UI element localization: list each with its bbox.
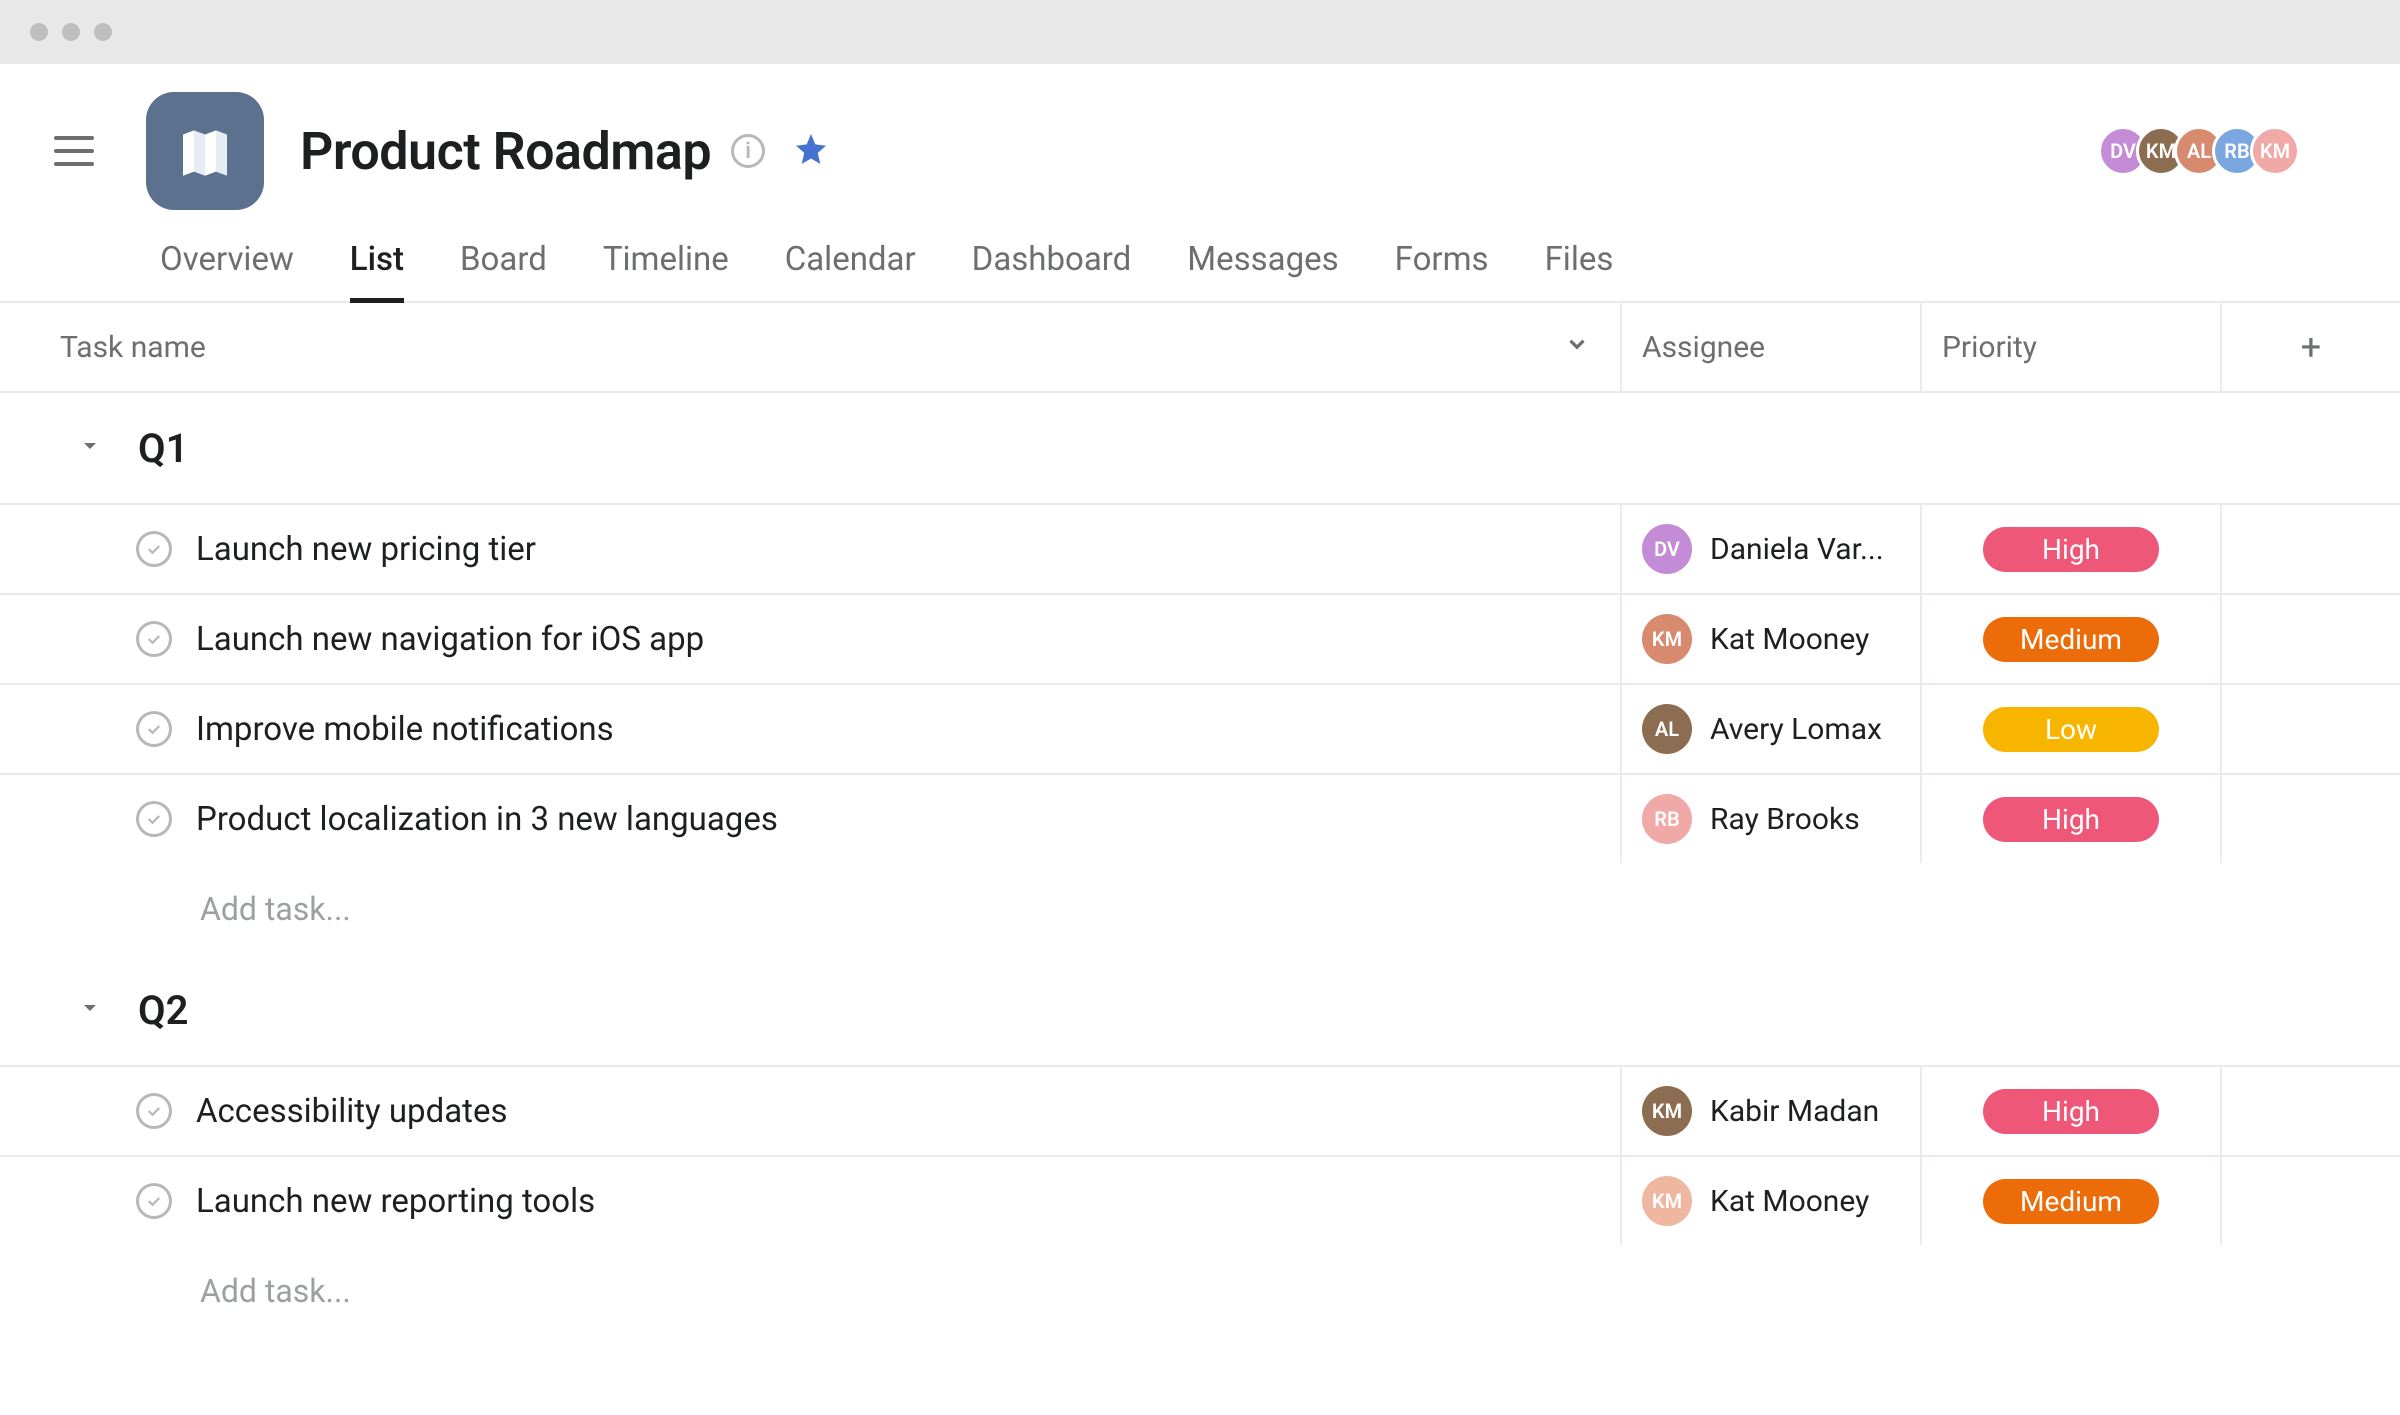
task-name[interactable]: Launch new navigation for iOS app <box>196 620 704 659</box>
task-name[interactable]: Improve mobile notifications <box>196 710 614 749</box>
task-row[interactable]: Improve mobile notifications AL Avery Loma… <box>0 683 2400 773</box>
assignee-avatar: KM <box>1642 614 1692 664</box>
assignee-avatar: AL <box>1642 704 1692 754</box>
task-extra-cell <box>2220 1067 2400 1155</box>
tab-list[interactable]: List <box>350 240 404 301</box>
task-priority-cell[interactable]: High <box>1920 775 2220 863</box>
priority-pill: High <box>1983 797 2159 842</box>
task-name[interactable]: Launch new pricing tier <box>196 530 536 569</box>
task-assignee-cell[interactable]: RB Ray Brooks <box>1620 775 1920 863</box>
assignee-name: Kabir Madan <box>1710 1094 1879 1129</box>
assignee-name: Daniela Var... <box>1710 532 1884 567</box>
tab-forms[interactable]: Forms <box>1395 240 1489 301</box>
task-priority-cell[interactable]: Low <box>1920 685 2220 773</box>
traffic-light-minimize[interactable] <box>62 23 80 41</box>
task-priority-cell[interactable]: High <box>1920 1067 2220 1155</box>
column-header-priority-label: Priority <box>1942 330 2037 365</box>
view-tabs: Overview List Board Timeline Calendar Dashboa… <box>0 210 2400 303</box>
column-header-assignee[interactable]: Assignee <box>1620 303 1920 391</box>
column-header-task-label: Task name <box>60 330 206 365</box>
complete-task-button[interactable] <box>136 531 172 567</box>
project-icon[interactable] <box>146 92 264 210</box>
task-extra-cell <box>2220 1157 2400 1245</box>
assignee-avatar: KM <box>1642 1176 1692 1226</box>
complete-task-button[interactable] <box>136 621 172 657</box>
traffic-light-zoom[interactable] <box>94 23 112 41</box>
add-column-button[interactable]: + <box>2220 303 2400 391</box>
task-row[interactable]: Accessibility updates KM Kabir Madan High <box>0 1065 2400 1155</box>
task-assignee-cell[interactable]: KM Kabir Madan <box>1620 1067 1920 1155</box>
tab-overview[interactable]: Overview <box>160 240 294 301</box>
chevron-down-icon[interactable] <box>1564 330 1590 365</box>
tab-board[interactable]: Board <box>460 240 547 301</box>
caret-down-icon[interactable] <box>78 996 102 1024</box>
project-title[interactable]: Product Roadmap <box>300 121 711 182</box>
column-header-priority[interactable]: Priority <box>1920 303 2220 391</box>
task-priority-cell[interactable]: Medium <box>1920 1157 2220 1245</box>
task-row[interactable]: Launch new navigation for iOS app KM Kat M… <box>0 593 2400 683</box>
member-avatar[interactable]: KM <box>2250 126 2300 176</box>
complete-task-button[interactable] <box>136 1093 172 1129</box>
column-header-assignee-label: Assignee <box>1642 330 1765 365</box>
task-extra-cell <box>2220 505 2400 593</box>
task-assignee-cell[interactable]: KM Kat Mooney <box>1620 1157 1920 1245</box>
tab-calendar[interactable]: Calendar <box>785 240 916 301</box>
complete-task-button[interactable] <box>136 1183 172 1219</box>
project-header: Product Roadmap i DVKMALRBKM <box>0 64 2400 210</box>
assignee-name: Kat Mooney <box>1710 622 1869 657</box>
tab-timeline[interactable]: Timeline <box>603 240 729 301</box>
window-chrome <box>0 0 2400 64</box>
assignee-avatar: KM <box>1642 1086 1692 1136</box>
task-name[interactable]: Product localization in 3 new languages <box>196 800 778 839</box>
info-icon[interactable]: i <box>731 134 765 168</box>
task-name[interactable]: Launch new reporting tools <box>196 1182 595 1221</box>
task-priority-cell[interactable]: Medium <box>1920 595 2220 683</box>
add-task-input[interactable]: Add task... <box>0 863 2400 955</box>
task-extra-cell <box>2220 685 2400 773</box>
star-icon[interactable] <box>793 131 829 171</box>
assignee-avatar: RB <box>1642 794 1692 844</box>
task-row[interactable]: Launch new pricing tier DV Daniela Var... H… <box>0 503 2400 593</box>
add-task-input[interactable]: Add task... <box>0 1245 2400 1337</box>
priority-pill: High <box>1983 527 2159 572</box>
column-headers: Task name Assignee Priority + <box>0 303 2400 393</box>
priority-pill: Medium <box>1983 1179 2159 1224</box>
priority-pill: Medium <box>1983 617 2159 662</box>
task-row[interactable]: Launch new reporting tools KM Kat Mooney Me… <box>0 1155 2400 1245</box>
task-row[interactable]: Product localization in 3 new languages R… <box>0 773 2400 863</box>
task-assignee-cell[interactable]: AL Avery Lomax <box>1620 685 1920 773</box>
complete-task-button[interactable] <box>136 801 172 837</box>
assignee-name: Avery Lomax <box>1710 712 1882 747</box>
task-assignee-cell[interactable]: DV Daniela Var... <box>1620 505 1920 593</box>
priority-pill: High <box>1983 1089 2159 1134</box>
tab-dashboard[interactable]: Dashboard <box>972 240 1132 301</box>
task-extra-cell <box>2220 595 2400 683</box>
section-title: Q1 <box>138 425 188 472</box>
assignee-avatar: DV <box>1642 524 1692 574</box>
task-assignee-cell[interactable]: KM Kat Mooney <box>1620 595 1920 683</box>
tab-messages[interactable]: Messages <box>1187 240 1338 301</box>
assignee-name: Kat Mooney <box>1710 1184 1869 1219</box>
project-members[interactable]: DVKMALRBKM <box>2110 126 2340 176</box>
section-title: Q2 <box>138 987 188 1034</box>
traffic-light-close[interactable] <box>30 23 48 41</box>
caret-down-icon[interactable] <box>78 434 102 462</box>
complete-task-button[interactable] <box>136 711 172 747</box>
priority-pill: Low <box>1983 707 2159 752</box>
section-header[interactable]: Q1 <box>0 393 2400 503</box>
task-name[interactable]: Accessibility updates <box>196 1092 507 1131</box>
tab-files[interactable]: Files <box>1545 240 1614 301</box>
section-header[interactable]: Q2 <box>0 955 2400 1065</box>
task-priority-cell[interactable]: High <box>1920 505 2220 593</box>
task-extra-cell <box>2220 775 2400 863</box>
assignee-name: Ray Brooks <box>1710 802 1860 837</box>
column-header-task[interactable]: Task name <box>0 330 1620 365</box>
menu-button[interactable] <box>54 125 106 177</box>
